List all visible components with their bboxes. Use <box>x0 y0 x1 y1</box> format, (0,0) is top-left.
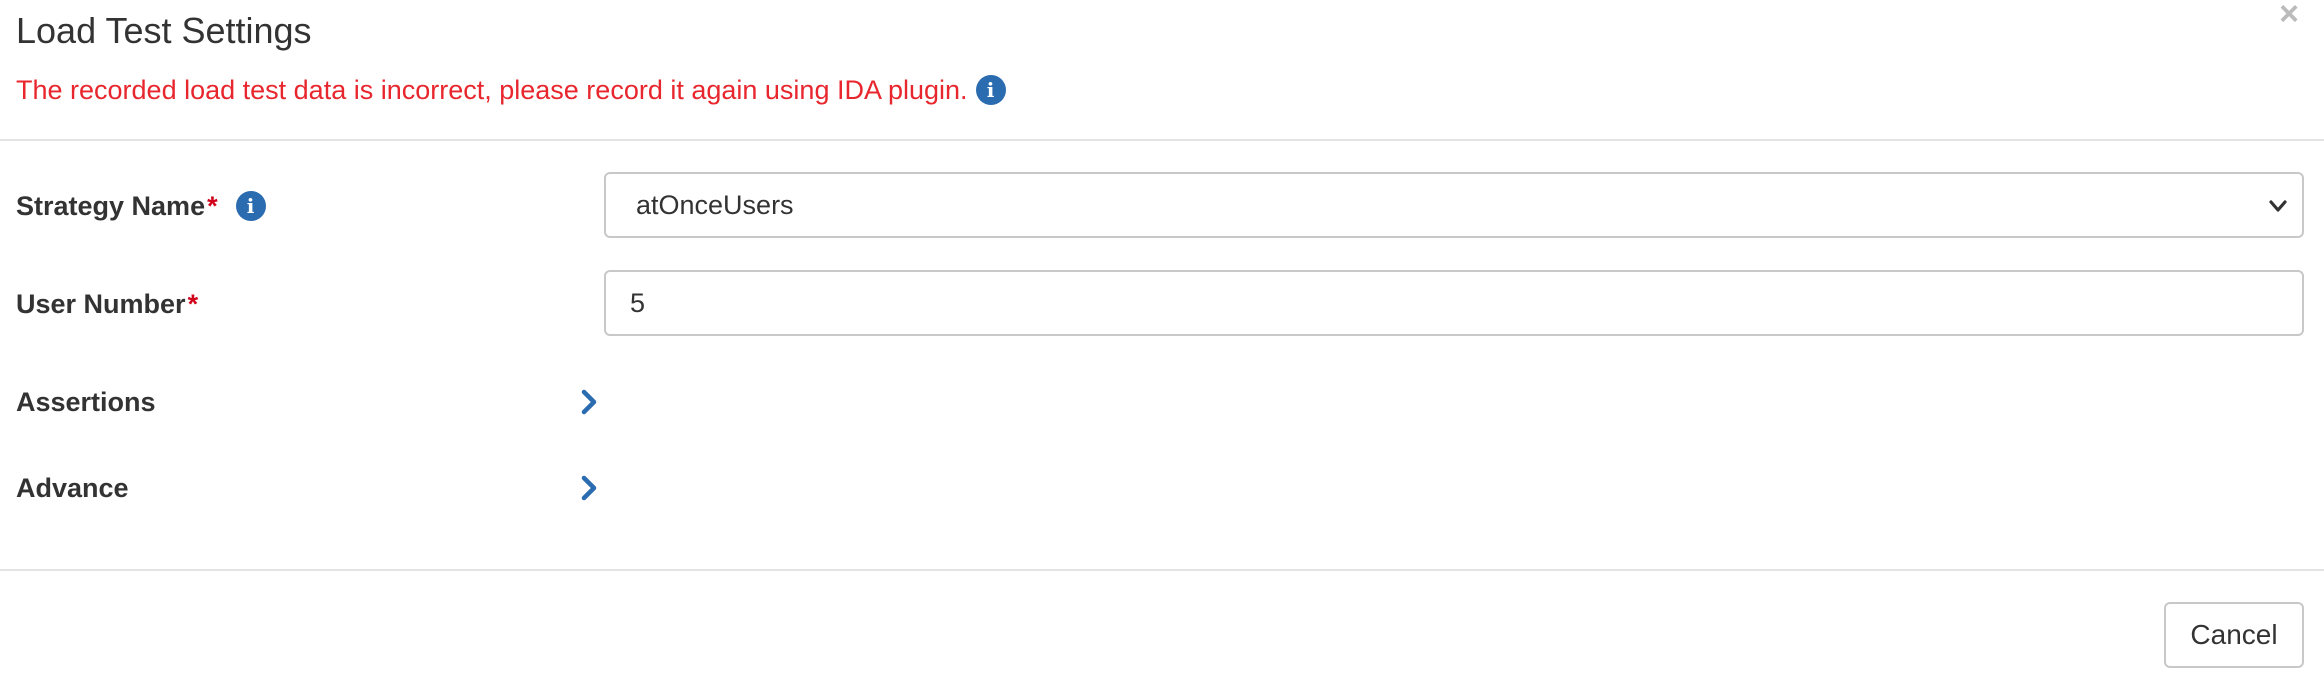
strategy-name-selected-value: atOnceUsers <box>636 189 794 220</box>
strategy-name-label: Strategy Name * <box>16 191 218 222</box>
advance-label: Advance <box>16 472 129 503</box>
user-number-label: User Number * <box>16 289 198 320</box>
user-number-label-text: User Number <box>16 288 186 319</box>
strategy-name-label-text: Strategy Name <box>16 190 206 221</box>
user-number-input[interactable]: 5 <box>604 270 2304 336</box>
close-icon[interactable]: × <box>2274 0 2304 31</box>
user-number-label-row: User Number * <box>16 284 198 324</box>
error-message-row: The recorded load test data is incorrect… <box>16 70 1006 110</box>
error-message: The recorded load test data is incorrect… <box>16 75 968 105</box>
load-test-settings-modal: Load Test Settings × The recorded load t… <box>0 0 2324 694</box>
header-divider <box>0 139 2324 141</box>
assertions-label-row: Assertions <box>16 382 156 422</box>
required-mark: * <box>187 288 199 319</box>
info-icon[interactable]: i <box>235 191 266 221</box>
footer-divider <box>0 569 2324 571</box>
strategy-name-label-row: Strategy Name * i <box>16 186 266 226</box>
required-mark: * <box>207 190 218 221</box>
info-icon[interactable]: i <box>975 75 1006 105</box>
chevron-right-icon[interactable] <box>578 473 600 503</box>
chevron-down-icon <box>2269 200 2287 212</box>
cancel-button[interactable]: Cancel <box>2164 602 2304 668</box>
assertions-label: Assertions <box>16 386 156 417</box>
modal-title: Load Test Settings <box>16 10 312 51</box>
strategy-name-select[interactable]: atOnceUsers <box>604 172 2304 238</box>
user-number-value: 5 <box>630 287 646 318</box>
chevron-right-icon[interactable] <box>578 387 600 417</box>
advance-label-row: Advance <box>16 468 129 508</box>
